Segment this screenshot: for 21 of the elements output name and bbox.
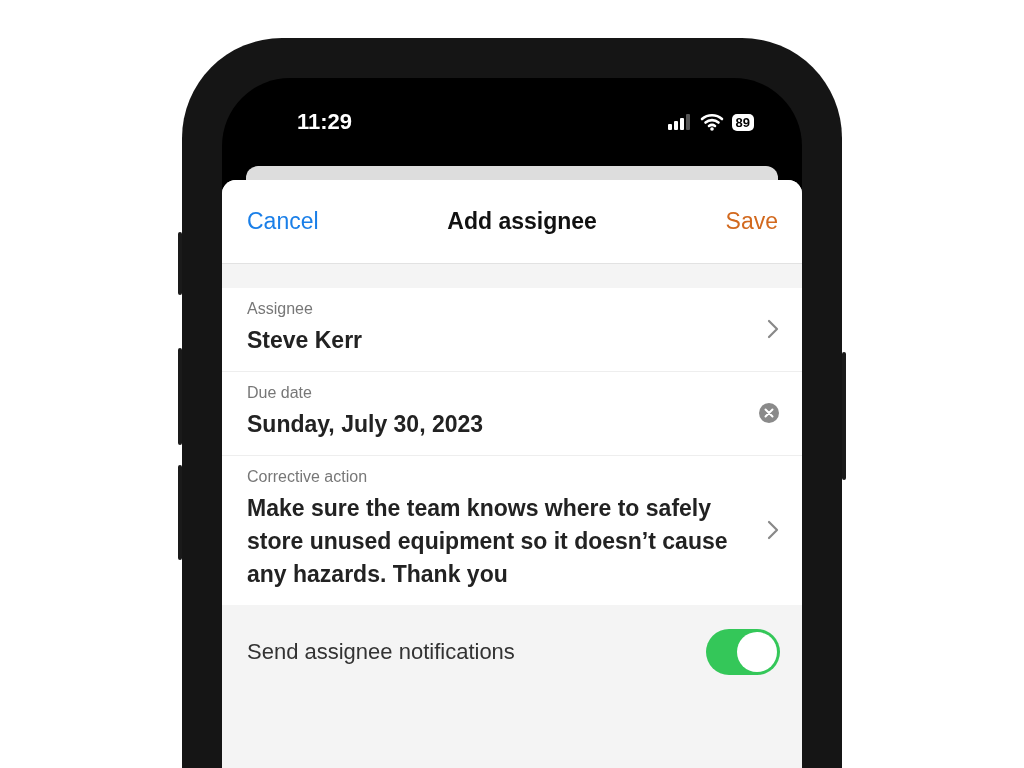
form-row[interactable]: Assignee Steve Kerr — [222, 288, 802, 371]
clear-icon[interactable] — [758, 401, 780, 424]
cancel-button[interactable]: Cancel — [247, 208, 319, 235]
field-label: Corrective action — [247, 468, 369, 486]
toggle-label: Send assignee notifications — [247, 639, 515, 665]
form-row[interactable]: Due date Sunday, July 30, 2023 — [222, 371, 802, 455]
sheet-title: Add assignee — [447, 208, 597, 235]
wifi-icon — [699, 113, 724, 131]
chevron-icon — [766, 317, 780, 340]
chevron-icon — [766, 518, 780, 541]
field-label: Assignee — [247, 300, 314, 318]
field-value: Sunday, July 30, 2023 — [247, 410, 485, 439]
field-value: Make sure the team knows where to safely store unused equipment so it doesn’t cause any hazards. Thank you — [247, 494, 729, 589]
battery-level: 89 — [731, 113, 754, 131]
notifications-toggle[interactable] — [706, 629, 780, 675]
save-button[interactable]: Save — [725, 208, 778, 235]
status-time: 11:29 — [297, 109, 353, 135]
field-value: Steve Kerr — [247, 326, 364, 355]
signal-icon — [667, 114, 692, 130]
form-row[interactable]: Corrective action Make sure the team knows where to safely store unused equipment so it doesn’t cause any hazards. Thank you — [222, 455, 802, 605]
field-label: Due date — [247, 384, 313, 402]
